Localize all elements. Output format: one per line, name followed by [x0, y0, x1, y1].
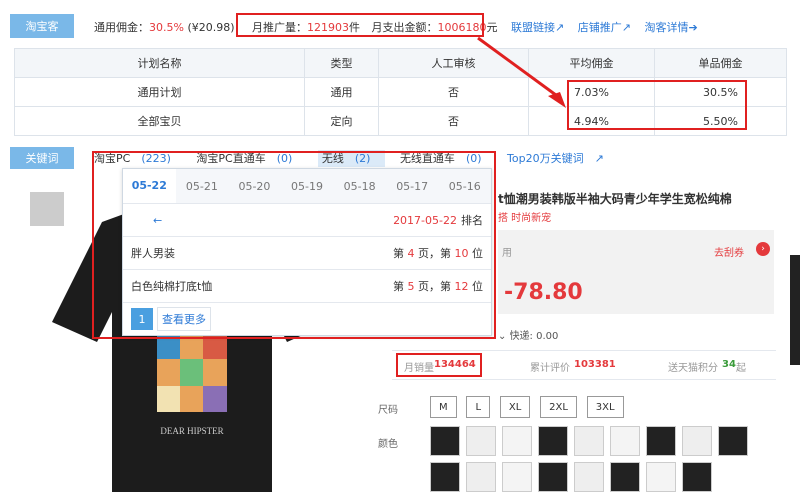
color-swatch[interactable] — [430, 462, 460, 492]
color-swatch[interactable] — [610, 462, 640, 492]
color-swatch[interactable] — [574, 462, 604, 492]
color-swatch[interactable] — [682, 426, 712, 456]
size-option[interactable]: 3XL — [586, 396, 624, 418]
color-swatch[interactable] — [610, 426, 640, 456]
color-swatch[interactable] — [502, 426, 532, 456]
sales-stats: 月销量 134464 累计评价 103381 送天猫积分 34 起 — [392, 350, 776, 380]
price-panel: 用 去刮券 › -78.80 — [498, 230, 774, 314]
shipping-info: ⌄ 快递: 0.00 — [498, 327, 558, 342]
points-label: 送天猫积分 — [668, 363, 718, 374]
color-label: 颜色 — [378, 439, 398, 450]
product-price: -78.80 — [504, 280, 583, 305]
review-label: 累计评价 — [530, 363, 570, 374]
points-suffix: 起 — [736, 363, 746, 374]
size-option[interactable]: XL — [499, 396, 531, 418]
sales-label: 月销量 — [404, 363, 434, 374]
color-swatch[interactable] — [646, 426, 676, 456]
sales-value: 134464 — [434, 359, 476, 370]
color-swatch[interactable] — [646, 462, 676, 492]
size-option[interactable]: L — [466, 396, 491, 418]
color-swatch[interactable] — [574, 426, 604, 456]
color-swatch[interactable] — [718, 426, 748, 456]
product-title: t恤潮男装韩版半袖大码青少年学生宽松纯棉 — [498, 192, 732, 206]
color-swatch[interactable] — [538, 426, 568, 456]
color-swatches — [430, 426, 760, 492]
review-value: 103381 — [574, 359, 616, 370]
color-swatch[interactable] — [430, 426, 460, 456]
color-swatch[interactable] — [502, 462, 532, 492]
side-banner — [790, 255, 800, 365]
tab-label: Top20万关键词 — [507, 152, 584, 165]
keyword-tag: 关键词 — [10, 147, 74, 169]
color-swatch[interactable] — [538, 462, 568, 492]
product-subtitle: 搭 时尚新宠 — [498, 213, 552, 224]
color-swatch[interactable] — [682, 462, 712, 492]
size-options: M L XL 2XL 3XL — [430, 396, 630, 418]
chevron-right-icon[interactable]: › — [756, 242, 770, 256]
highlight-box — [92, 151, 496, 339]
shipping-text: 快递: 0.00 — [509, 331, 559, 342]
color-swatch[interactable] — [466, 462, 496, 492]
tab-top20[interactable]: Top20万关键词 ↗ — [507, 152, 604, 165]
price-side-label: 用 — [502, 248, 512, 259]
color-swatch[interactable] — [466, 426, 496, 456]
size-option[interactable]: 2XL — [540, 396, 577, 418]
size-option[interactable]: M — [430, 396, 457, 418]
shirt-text: DEAR HIPSTER — [160, 426, 223, 436]
coupon-link[interactable]: 去刮券 — [714, 244, 744, 259]
size-label: 尺码 — [378, 405, 398, 416]
points-value: 34 — [722, 359, 736, 370]
chevron-down-icon: ⌄ — [498, 331, 510, 342]
